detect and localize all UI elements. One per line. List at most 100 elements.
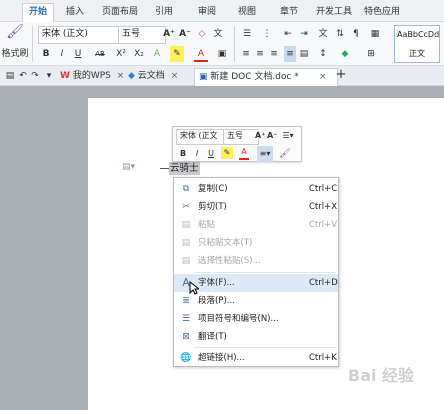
tab-review[interactable]: 审阅	[194, 4, 220, 20]
highlight-icon[interactable]: ✎	[170, 46, 184, 62]
redo-icon[interactable]: ↷	[30, 68, 40, 84]
menu-item-label: 段落(P)...	[198, 296, 235, 306]
mini-highlight-icon[interactable]: ✎	[221, 147, 233, 159]
new-document-icon[interactable]: ▤	[4, 68, 16, 84]
underline-button[interactable]: U	[72, 46, 84, 62]
mini-align-icon[interactable]: ≡▾	[257, 146, 273, 162]
align-center-icon[interactable]: ≡	[254, 46, 266, 62]
show-marks-icon[interactable]: ¶	[350, 26, 362, 42]
close-icon[interactable]: ×	[117, 71, 125, 81]
tab-chapter[interactable]: 章节	[276, 4, 302, 20]
chevron-down-icon[interactable]: ▾	[44, 68, 54, 84]
bullets-icon: ☰	[181, 314, 191, 324]
close-icon[interactable]: ×	[319, 69, 327, 86]
menu-item-paste[interactable]: ▤ 粘贴 Ctrl+V	[174, 216, 338, 234]
mini-italic-button[interactable]: I	[192, 146, 202, 162]
subscript-button[interactable]: X₂	[132, 46, 146, 62]
menu-item-bullets[interactable]: ☰ 项目符号和编号(N)...	[174, 310, 338, 328]
menu-item-label: 选择性粘贴(S)...	[198, 256, 261, 266]
tab-special[interactable]: 特色应用	[362, 4, 402, 20]
format-painter-icon[interactable]: 🖌	[4, 24, 26, 44]
cloud-icon: ◆	[128, 71, 135, 81]
menu-item-label: 复制(C)	[198, 184, 228, 194]
mini-format-painter-icon[interactable]: 🖌	[279, 146, 291, 162]
tab-my-wps[interactable]: W 我的WPS ×	[60, 68, 124, 85]
undo-icon[interactable]: ↶	[18, 68, 28, 84]
grow-font-button[interactable]: A⁺	[162, 26, 176, 42]
mini-line-spacing-icon[interactable]: ☰▾	[281, 128, 295, 144]
align-right-icon[interactable]: ≡	[268, 46, 280, 62]
mini-underline-button[interactable]: U	[206, 146, 216, 162]
translate-icon: ⊠	[182, 332, 190, 342]
superscript-button[interactable]: X²	[114, 46, 128, 62]
justify-icon[interactable]: ≡	[284, 46, 296, 62]
menu-item-shortcut: Ctrl+C	[309, 184, 338, 194]
tab-cloud-docs-label: 云文档	[137, 71, 165, 81]
distribute-icon[interactable]: ▤	[298, 46, 310, 62]
mini-font-color-button[interactable]: A	[239, 146, 249, 160]
font-size-select[interactable]: 五号	[118, 26, 166, 44]
text-effect-icon[interactable]: A	[150, 46, 164, 62]
mini-font-size-select[interactable]: 五号	[223, 129, 259, 145]
mini-shrink-font-button[interactable]: A⁻	[267, 128, 277, 144]
style-preview: AaBbCcDd	[397, 30, 440, 39]
menu-item-translate[interactable]: ⊠ 翻译(T)	[174, 328, 338, 346]
bullets-list-icon[interactable]: ☰	[240, 26, 254, 42]
document-tab-strip: ▤ ↶ ↷ ▾ W 我的WPS × ◆ 云文档 × ▣ 新建 DOC 文档.do…	[0, 66, 444, 86]
paste-text-icon: ▤	[181, 238, 191, 248]
clear-format-icon[interactable]: ◇	[196, 26, 208, 42]
line-spacing-icon[interactable]: ↕	[316, 46, 330, 62]
font-color-button[interactable]: A	[194, 46, 208, 62]
border-icon[interactable]: ⊞	[364, 46, 378, 62]
menu-item-hyperlink[interactable]: 🌐 超链接(H)... Ctrl+K	[174, 349, 338, 367]
tab-references[interactable]: 引用	[151, 4, 177, 20]
font-name-select[interactable]: 宋体 (正文)	[38, 26, 124, 44]
char-border-icon[interactable]: ▣	[216, 46, 228, 62]
tab-cloud-docs[interactable]: ◆ 云文档 ×	[128, 68, 186, 85]
style-name: 正文	[409, 49, 425, 58]
tab-page-layout[interactable]: 页面布局	[100, 4, 140, 20]
menu-item-shortcut: Ctrl+K	[309, 353, 337, 363]
mini-grow-font-button[interactable]: A⁺	[255, 128, 265, 144]
phonetic-icon[interactable]: 文	[212, 26, 224, 42]
tab-active-document[interactable]: ▣ 新建 DOC 文档.doc * ×	[194, 68, 338, 86]
hyperlink-icon: 🌐	[180, 353, 192, 363]
numbered-list-icon[interactable]: ⋮	[260, 26, 274, 42]
table-icon[interactable]: ▦	[368, 26, 382, 42]
add-tab-button[interactable]: +	[334, 67, 348, 83]
mini-toolbar: 宋体 (正文 五号 A⁺ A⁻ ☰▾ B I U ✎ A ≡▾ 🖌	[172, 126, 302, 162]
watermark-logo: Bai 经验	[348, 366, 415, 385]
tab-insert[interactable]: 插入	[62, 4, 88, 20]
bold-button[interactable]: B	[40, 46, 52, 62]
decrease-indent-icon[interactable]: ⇤	[282, 26, 294, 42]
strikethrough-button[interactable]: AB	[92, 46, 108, 62]
format-painter-label[interactable]: 格式刷	[0, 46, 30, 62]
italic-button[interactable]: I	[56, 46, 68, 62]
tab-home[interactable]: 开始	[22, 3, 54, 23]
shading-icon[interactable]: ◆	[338, 46, 352, 62]
style-gallery-normal[interactable]: AaBbCcDd 正文	[394, 25, 440, 63]
chinese-layout-icon[interactable]: 文	[316, 26, 330, 42]
menu-item-paste-text[interactable]: ▤ 只粘贴文本(T)	[174, 234, 338, 252]
close-icon[interactable]: ×	[171, 71, 179, 81]
menu-tab-bar: 开始 插入 页面布局 引用 审阅 视图 章节 开发工具 特色应用	[0, 0, 444, 23]
paste-special-icon: ▤	[181, 256, 191, 266]
menu-item-paste-special[interactable]: ▤ 选择性粘贴(S)...	[174, 252, 338, 270]
sort-icon[interactable]: ⇅	[334, 26, 346, 42]
tab-developer[interactable]: 开发工具	[314, 4, 354, 20]
selected-text[interactable]: 云骑士	[169, 162, 200, 175]
paragraph-options-icon[interactable]: ▤▾	[122, 162, 142, 174]
mouse-cursor-icon	[189, 280, 201, 295]
tab-active-document-label: 新建 DOC 文档.doc *	[210, 72, 299, 82]
paste-icon: ▤	[181, 220, 191, 230]
shrink-font-button[interactable]: A⁻	[178, 26, 192, 42]
menu-item-label: 字体(F)...	[198, 278, 235, 288]
mini-bold-button[interactable]: B	[178, 146, 188, 162]
align-left-icon[interactable]: ≡	[240, 46, 252, 62]
mini-font-name-select[interactable]: 宋体 (正文	[176, 129, 228, 145]
menu-item-cut[interactable]: ✂ 剪切(T) Ctrl+X	[174, 198, 338, 216]
increase-indent-icon[interactable]: ⇥	[298, 26, 310, 42]
menu-item-copy[interactable]: ⧉ 复制(C) Ctrl+C	[174, 180, 338, 198]
paragraph-icon: ≣	[182, 296, 190, 306]
tab-view[interactable]: 视图	[234, 4, 260, 20]
